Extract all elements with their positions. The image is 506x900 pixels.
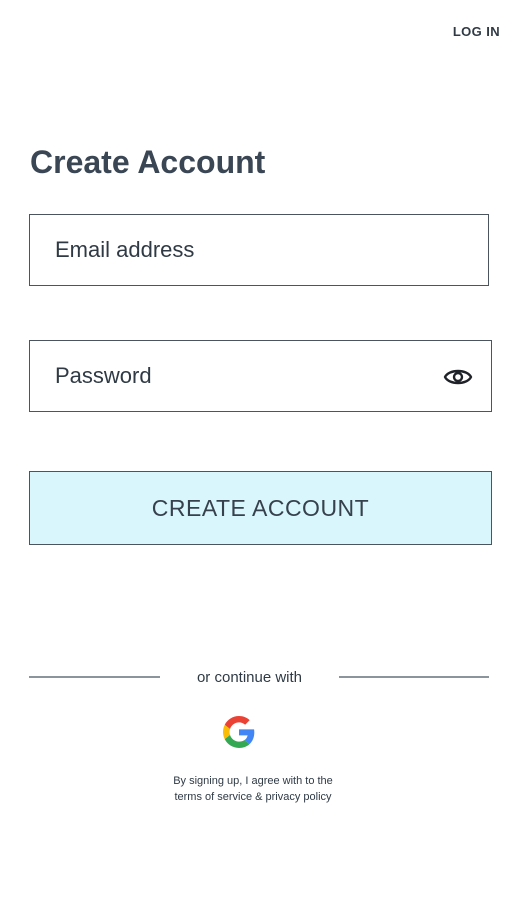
divider-line-left [29,676,160,678]
login-link[interactable]: LOG IN [453,24,500,39]
terms-line-2[interactable]: terms of service & privacy policy [100,789,406,805]
email-input[interactable] [30,215,488,285]
password-field-container [29,340,492,412]
divider-line-right [339,676,489,678]
terms-text: By signing up, I agree with to the terms… [100,773,406,805]
eye-icon[interactable] [443,364,473,390]
password-input[interactable] [30,341,491,411]
divider-text: or continue with [196,669,303,686]
google-icon[interactable] [223,716,255,748]
email-field-container [29,214,489,286]
create-account-button[interactable]: CREATE ACCOUNT [29,471,492,545]
terms-line-1: By signing up, I agree with to the [173,775,333,787]
page-title: Create Account [30,144,266,180]
